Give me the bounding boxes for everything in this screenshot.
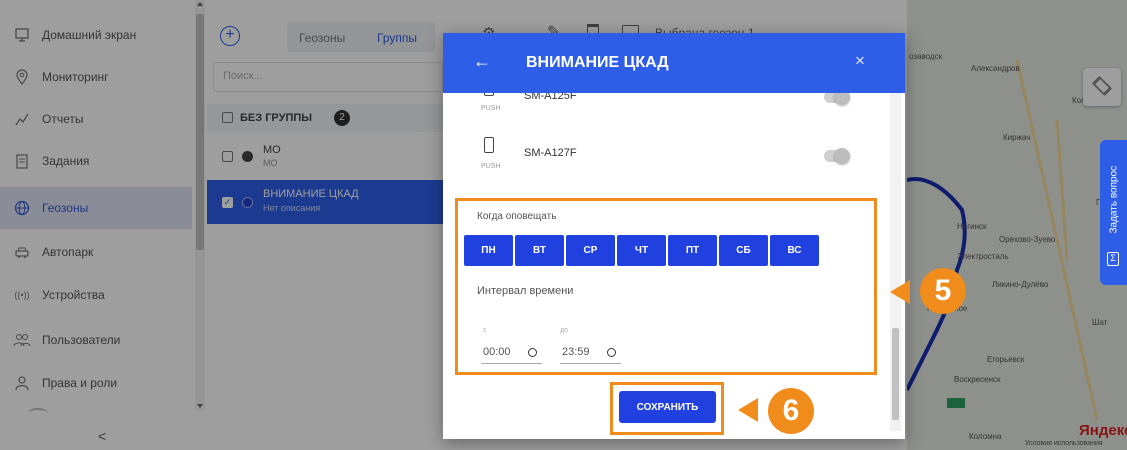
list-item: PUSH SM-A125F [443, 93, 889, 125]
device-list: PUSH SM-A125F PUSH SM-A127F [443, 93, 889, 193]
device-toggle[interactable] [824, 93, 850, 105]
ask-question-tab[interactable]: Задать вопрос Σ [1100, 140, 1127, 285]
callout-badge-5: 5 [920, 268, 966, 314]
callout-badge-6: 6 [768, 388, 814, 434]
back-arrow-icon[interactable]: ← [473, 51, 491, 72]
callout-arrow [890, 280, 910, 304]
modal-title: ВНИМАНИЕ ЦКАД [526, 54, 669, 71]
callout-highlight-save [610, 382, 724, 435]
callout-arrow [738, 398, 758, 422]
modal-header: ← ВНИМАНИЕ ЦКАД × [443, 33, 905, 93]
device-name: SM-A125F [524, 93, 577, 102]
phone-icon [484, 93, 494, 96]
sigma-icon: Σ [1107, 252, 1119, 266]
device-type: PUSH [481, 163, 501, 170]
device-toggle[interactable] [824, 148, 850, 164]
device-name: SM-A127F [524, 147, 577, 159]
list-item: PUSH SM-A127F [443, 137, 889, 189]
callout-highlight-schedule [455, 198, 877, 375]
ask-question-label: Задать вопрос [1108, 165, 1120, 234]
phone-icon [484, 137, 494, 153]
device-type: PUSH [481, 105, 501, 112]
modal-scrollbar-thumb[interactable] [892, 328, 899, 420]
close-icon[interactable]: × [855, 51, 865, 71]
